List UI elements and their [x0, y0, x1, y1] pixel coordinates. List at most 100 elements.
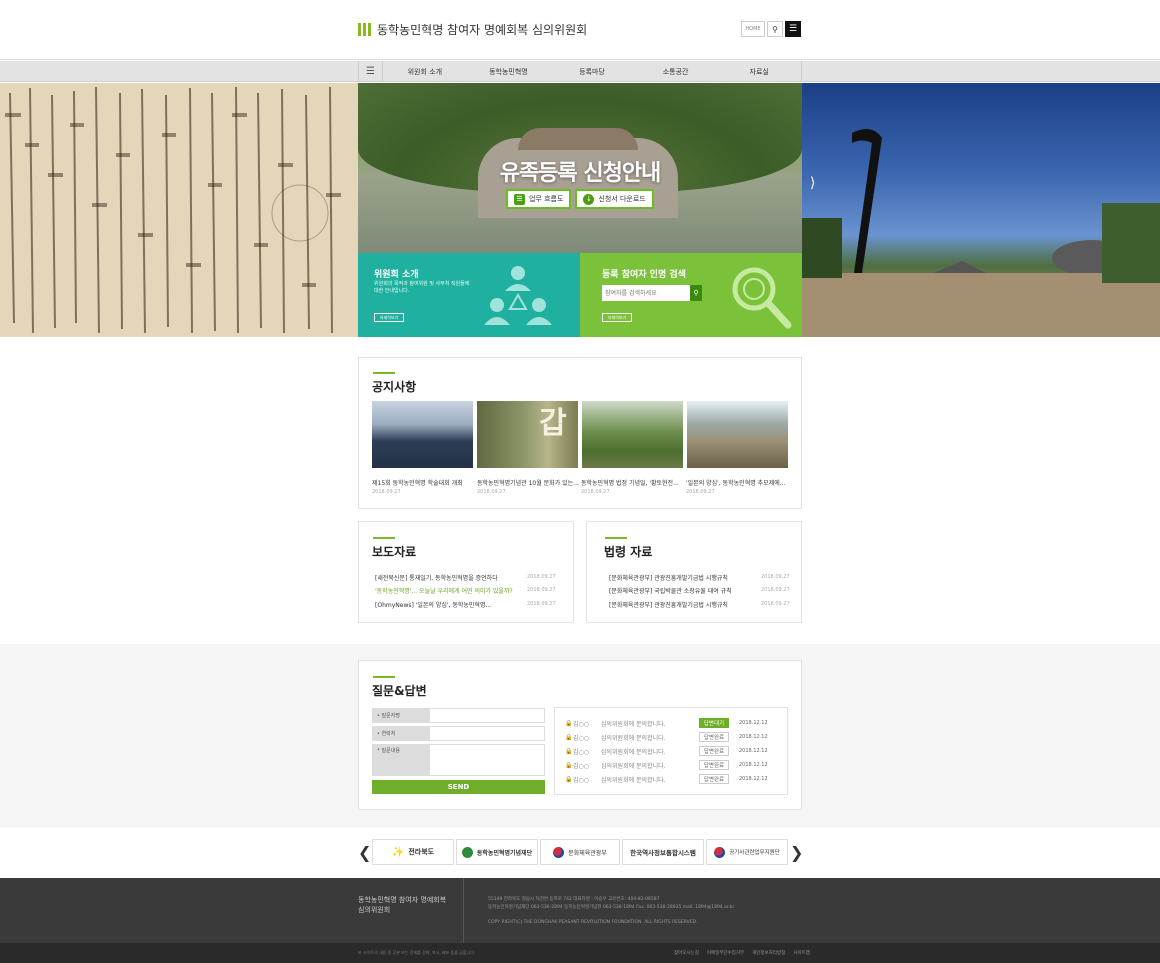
workflow-button[interactable]: ☰ 업무 흐름도 [506, 189, 572, 209]
support-logo-icon [714, 846, 726, 858]
nav-menu-icon[interactable]: ☰ [359, 61, 383, 82]
partner-support-group[interactable]: 공기사관련업무지원단 [706, 839, 788, 865]
page: 동학농민혁명 참여자 명예회복 심의위원회 HOME ⚲ ☰ ☰ 위원회 소개 … [0, 0, 1160, 963]
nav-item-archive[interactable]: 자료실 [717, 61, 801, 82]
committee-intro-box: 위원회 소개 위원회의 목적과 참여위원 및 사무처 직원들에 대한 안내입니다… [358, 253, 580, 337]
partner-mcst[interactable]: 문화체육관광부 [540, 839, 620, 865]
press-item-1[interactable]: [새전북신문] 통재일기, 동학농민혁명을 증언하다 [375, 573, 498, 582]
notice-thumb-2[interactable]: 갑 [477, 401, 578, 468]
site-header: 동학농민혁명 참여자 명예회복 심의위원회 HOME ⚲ ☰ [0, 0, 1160, 60]
qa-name-input[interactable] [429, 708, 545, 723]
notice-section: 공지사항 갑 제15회 동학농민혁명 학술대회 개최 2018.09.27 동학… [358, 357, 802, 509]
status-badge: 답변완료 [699, 746, 729, 756]
participant-search-form: ⚲ [602, 285, 702, 301]
calligraphy-pattern [5, 86, 341, 334]
footer-address: 55149 전라북도 정읍시 덕천면 동학로 742 대표자명 : 이승우 고유… [488, 897, 735, 910]
status-badge: 답변완료 [699, 774, 729, 784]
checklist-icon: ☰ [514, 193, 525, 205]
partner-donghak-foundation[interactable]: 동학농민혁명기념재단 [456, 839, 538, 865]
law-date-1: 2018.09.27 [761, 574, 790, 580]
notice-caption-2[interactable]: 동학농민혁명기념관 10월 문화가 있는... [477, 478, 580, 487]
notice-caption-1[interactable]: 제15회 동학농민혁명 학술대회 개최 [372, 478, 475, 487]
qa-contact-input[interactable] [429, 726, 545, 741]
hero-next-arrow-icon[interactable]: ⟩ [810, 175, 815, 191]
qa-name-label: • 질문자명 [372, 708, 429, 723]
mcst-logo-icon [553, 846, 565, 858]
lock-icon: 🔒 [565, 761, 573, 769]
footer-links: 찾아오시는길 이메일무단수집거부 개인정보처리방침 사이트맵 [674, 950, 810, 956]
jeonbuk-logo-icon: ✨ [391, 846, 405, 858]
footer-link-sitemap[interactable]: 사이트맵 [793, 950, 810, 956]
participant-search-input[interactable] [602, 285, 690, 301]
qa-content-label: • 질문내용 [372, 744, 429, 776]
hero-banner: 유족등록 신청안내 ☰ 업무 흐름도 ↓ 신청서 다운로드 [358, 83, 802, 253]
qa-row[interactable]: 🔒 김○○ 심의위원회에 문의합니다. 답변완료 2018.12.12 [565, 773, 768, 785]
press-item-3[interactable]: [OhmyNews] '일본의 양심', 동학농민혁명... [375, 600, 491, 609]
qa-content-textarea[interactable] [429, 744, 545, 776]
committee-more-button[interactable]: 자세히보기 [374, 313, 404, 322]
law-item-1[interactable]: [문화체육관광부] 관광진흥개발기금법 시행규칙 [609, 573, 728, 582]
hero-title: 유족등록 신청안내 [499, 161, 662, 186]
partners-prev-icon[interactable]: ❮ [358, 843, 371, 862]
main-nav: ☰ 위원회 소개 동학농민혁명 등록마당 소통공간 자료실 [0, 61, 1160, 82]
notice-date-4: 2018.09.27 [686, 489, 715, 495]
footer-link-directions[interactable]: 찾아오시는길 [674, 950, 699, 956]
participant-search-box: 등록 참여자 인명 검색 ⚲ 자세히보기 [580, 253, 802, 337]
notice-thumbnails: 갑 [372, 401, 788, 468]
qa-contact-label: • 연락처 [372, 726, 429, 741]
search-icon[interactable]: ⚲ [767, 21, 783, 37]
site-logo[interactable]: 동학농민혁명 참여자 명예회복 심의위원회 [358, 21, 587, 38]
qa-row[interactable]: 🔒 김○○ 심의위원회에 문의합니다. 답변완료 2018.12.12 [565, 759, 768, 771]
nav-item-registration[interactable]: 등록마당 [550, 61, 634, 82]
qa-row[interactable]: 🔒 김○○ 심의위원회에 문의합니다. 답변대기 2018.12.12 [565, 717, 768, 729]
qa-send-button[interactable]: SEND [372, 780, 545, 794]
nav-item-donghak[interactable]: 동학농민혁명 [467, 61, 551, 82]
footer-bottom-bar: 본 사이트의 내용 중 무분 또는 전체를 전재, 복사, 배포 등을 금합니다… [0, 943, 1160, 963]
notice-caption-4[interactable]: '일본의 양심', 동학농민혁명 추모제에... [686, 478, 789, 487]
lock-icon: 🔒 [565, 775, 573, 783]
menu-icon[interactable]: ☰ [785, 21, 801, 37]
partner-jeonbuk[interactable]: ✨ 전라북도 [372, 839, 454, 865]
notice-caption-3[interactable]: 동학농민혁명 법정 기념일, '황토현전... [581, 478, 684, 487]
notice-thumb-3[interactable] [582, 401, 683, 468]
notice-thumb-4[interactable] [687, 401, 788, 468]
qa-row[interactable]: 🔒 김○○ 심의위원회에 문의합니다. 답변완료 2018.12.12 [565, 745, 768, 757]
search-submit-icon[interactable]: ⚲ [690, 285, 702, 301]
header-utility: HOME ⚲ ☰ [741, 21, 801, 37]
search-more-button[interactable]: 자세히보기 [602, 313, 632, 322]
partners-next-icon[interactable]: ❯ [790, 843, 803, 862]
lock-icon: 🔒 [565, 733, 573, 741]
workflow-button-label: 업무 흐름도 [529, 195, 564, 203]
footer-link-email-policy[interactable]: 이메일무단수집거부 [707, 950, 744, 956]
law-item-3[interactable]: [문화체육관광부] 관광진흥개발기금법 시행규칙 [609, 600, 728, 609]
law-section: 법령 자료 [문화체육관광부] 관광진흥개발기금법 시행규칙 2018.09.2… [586, 521, 802, 623]
nav-item-community[interactable]: 소통공간 [634, 61, 718, 82]
committee-intro-desc: 위원회의 목적과 참여위원 및 사무처 직원들에 대한 안내입니다. [374, 281, 470, 294]
status-badge: 답변대기 [699, 718, 729, 728]
law-item-2[interactable]: [문화체육관광부] 국립박물관 소장유물 대여 규칙 [609, 586, 732, 595]
home-button[interactable]: HOME [741, 21, 765, 37]
press-item-2[interactable]: '동학농민혁명'... 오늘날 우리에게 어떤 의미가 있을까? [375, 586, 513, 595]
magnifier-icon [732, 267, 792, 329]
partner-history-system[interactable]: 한국역사정보통합시스템 [622, 839, 704, 865]
lock-icon: 🔒 [565, 747, 573, 755]
hero-section: 유족등록 신청안내 ☰ 업무 흐름도 ↓ 신청서 다운로드 ⟩ 위원회 소개 위… [0, 83, 1160, 337]
download-form-label: 신청서 다운로드 [598, 195, 646, 203]
notice-thumb-1[interactable] [372, 401, 473, 468]
people-icon [484, 266, 552, 325]
gabo-poster-glyph: 갑 [539, 406, 567, 441]
monument-scene [802, 129, 1160, 337]
press-date-1: 2018.09.27 [527, 574, 556, 580]
qa-list: 🔒 김○○ 심의위원회에 문의합니다. 답변대기 2018.12.12 🔒 김○… [554, 707, 788, 795]
download-form-button[interactable]: ↓ 신청서 다운로드 [575, 189, 654, 209]
notice-date-1: 2018.09.27 [372, 489, 401, 495]
nav-item-committee[interactable]: 위원회 소개 [383, 61, 467, 82]
notice-date-2: 2018.09.27 [477, 489, 506, 495]
footer-link-privacy[interactable]: 개인정보처리방침 [752, 950, 785, 956]
qa-name-row: • 질문자명 [372, 708, 545, 723]
press-date-2: 2018.09.27 [527, 587, 556, 593]
notice-title: 공지사항 [372, 380, 417, 394]
site-footer: 동학농민혁명 참여자 명예회복 심의위원회 55149 전라북도 정읍시 덕천면… [0, 878, 1160, 943]
logo-mark-icon [358, 23, 371, 36]
qa-row[interactable]: 🔒 김○○ 심의위원회에 문의합니다. 답변완료 2018.12.12 [565, 731, 768, 743]
